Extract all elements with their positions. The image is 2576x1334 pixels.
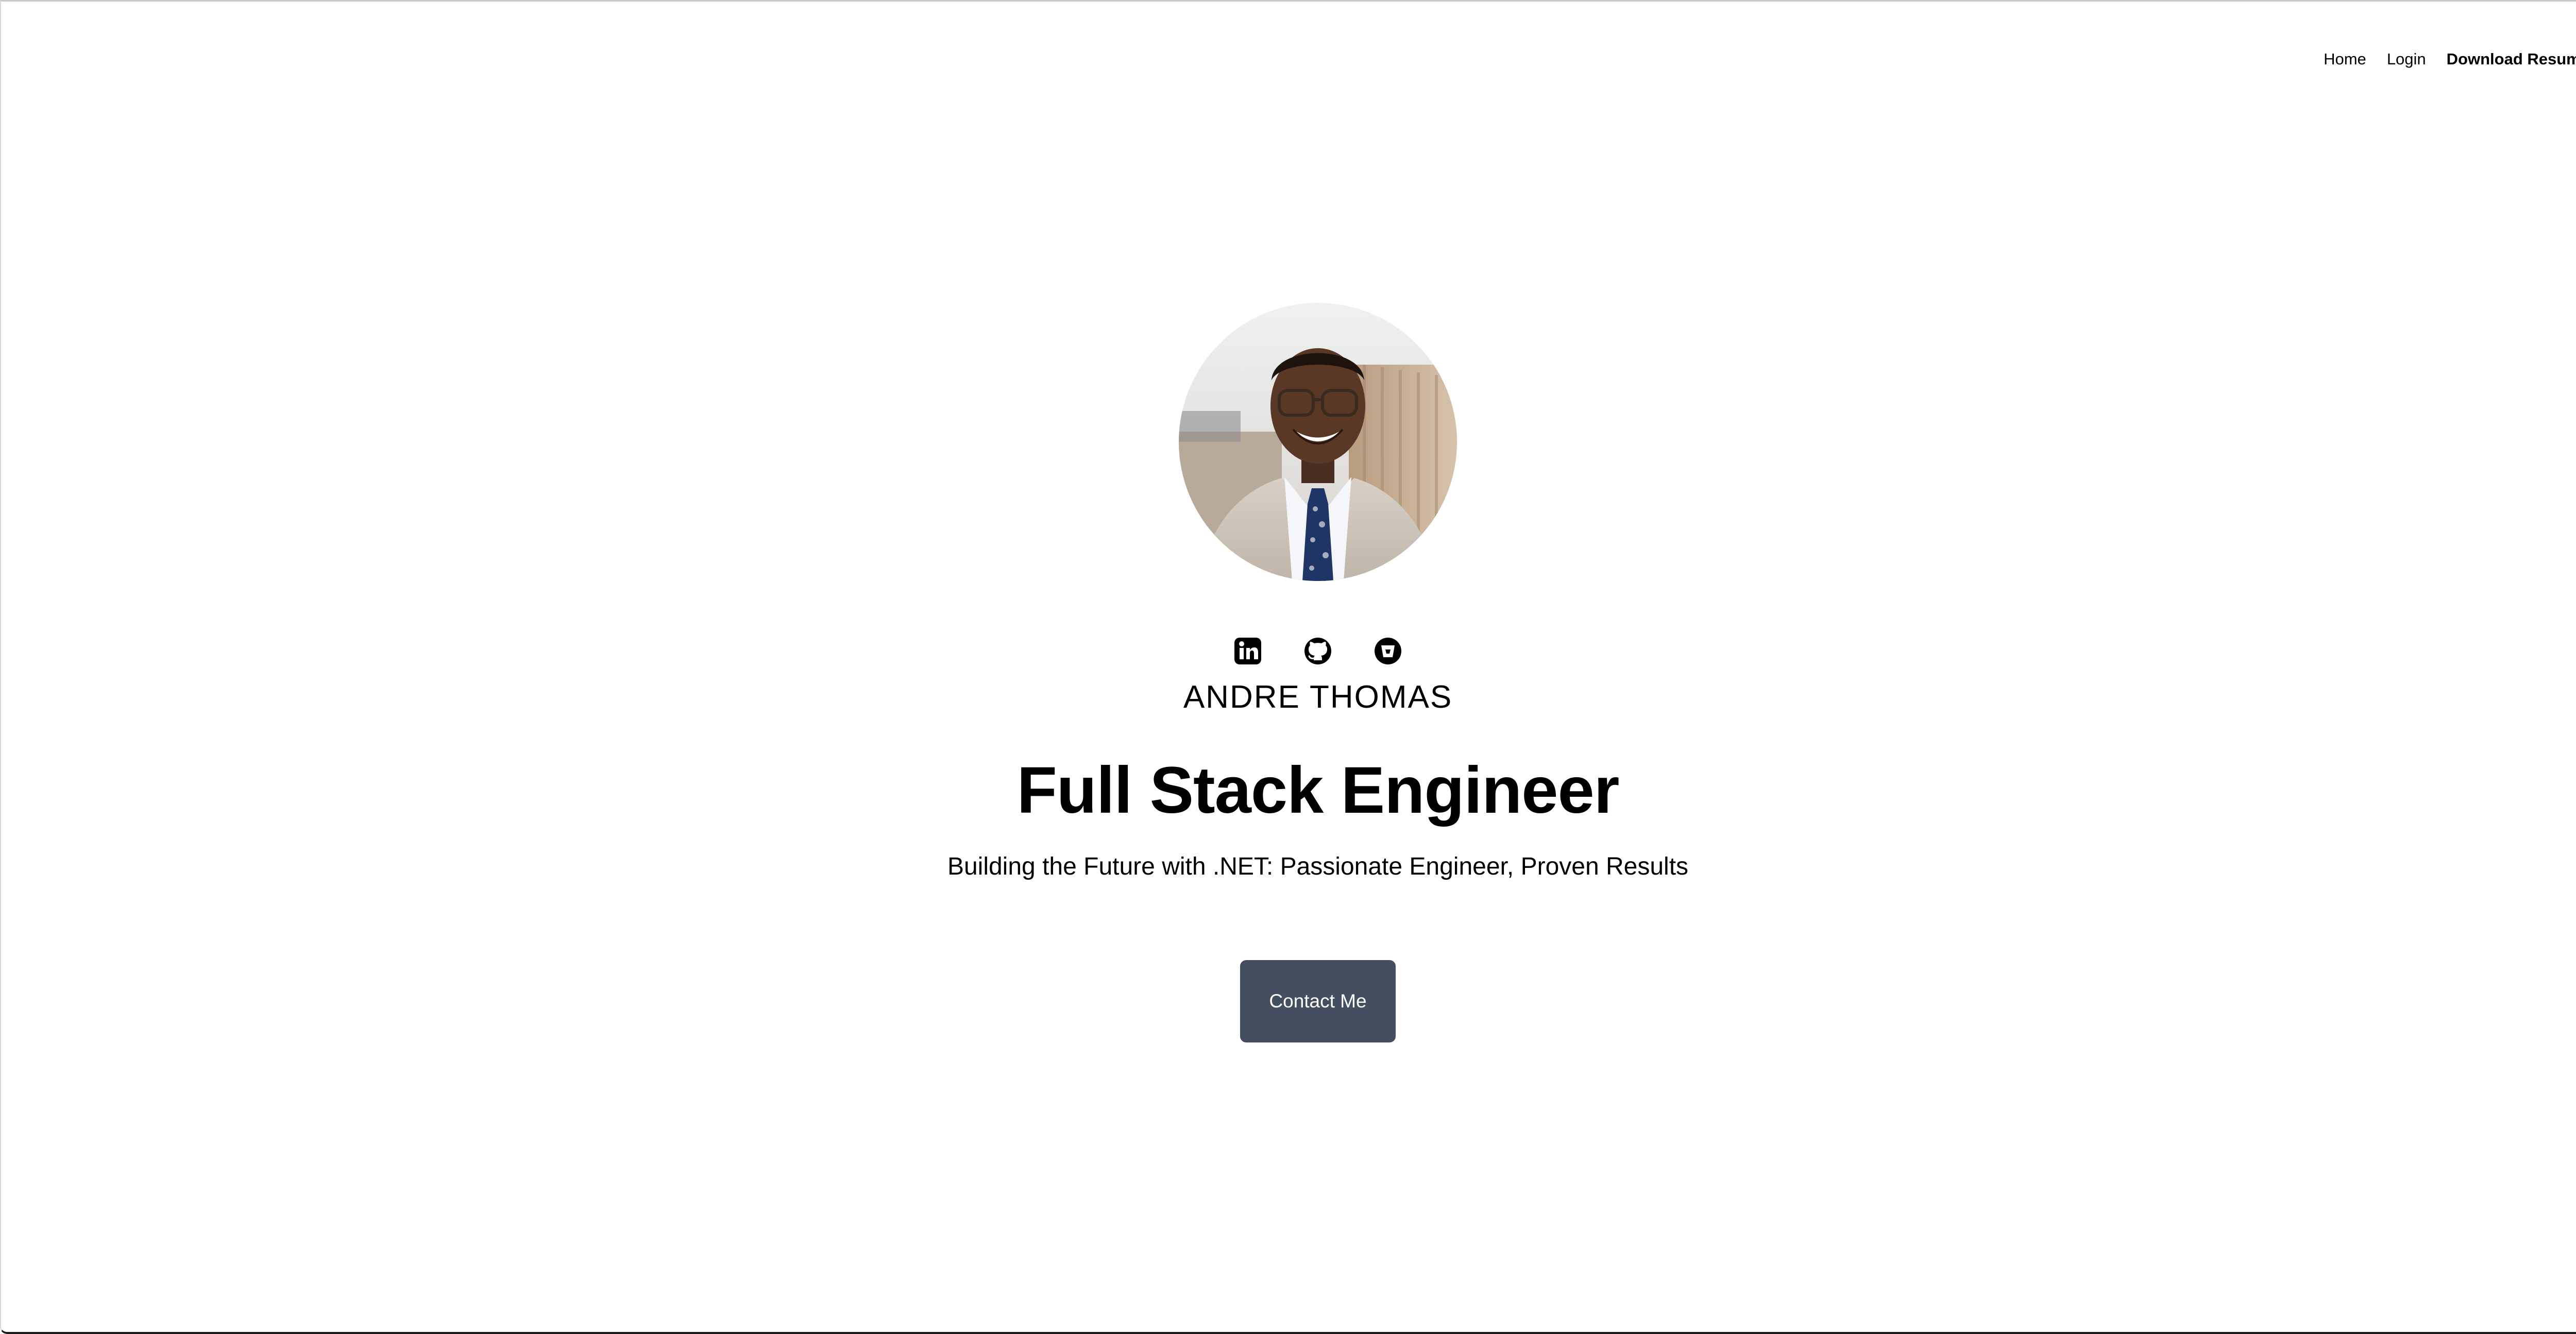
nav-login-link[interactable]: Login	[2387, 47, 2426, 72]
avatar	[1179, 303, 1457, 581]
nav-home-link[interactable]: Home	[2324, 47, 2366, 72]
bitbucket-icon[interactable]	[1374, 637, 1402, 665]
profile-name: ANDRE THOMAS	[1183, 679, 1453, 715]
tagline: Building the Future with .NET: Passionat…	[947, 853, 1689, 880]
contact-me-button[interactable]: Contact Me	[1240, 960, 1396, 1042]
github-icon[interactable]	[1303, 637, 1332, 665]
download-resume-link[interactable]: Download Resume	[2447, 47, 2576, 72]
portrait-photo	[1179, 303, 1457, 581]
top-nav: Home Login Download Resume	[2324, 47, 2576, 72]
page: Home Login Download Resume ANDRE THOMAS …	[0, 0, 2576, 1334]
social-links	[1233, 637, 1402, 665]
page-title: Full Stack Engineer	[1016, 754, 1620, 827]
linkedin-icon[interactable]	[1233, 637, 1262, 665]
hero-section: ANDRE THOMAS Full Stack Engineer Buildin…	[1, 303, 2576, 1042]
